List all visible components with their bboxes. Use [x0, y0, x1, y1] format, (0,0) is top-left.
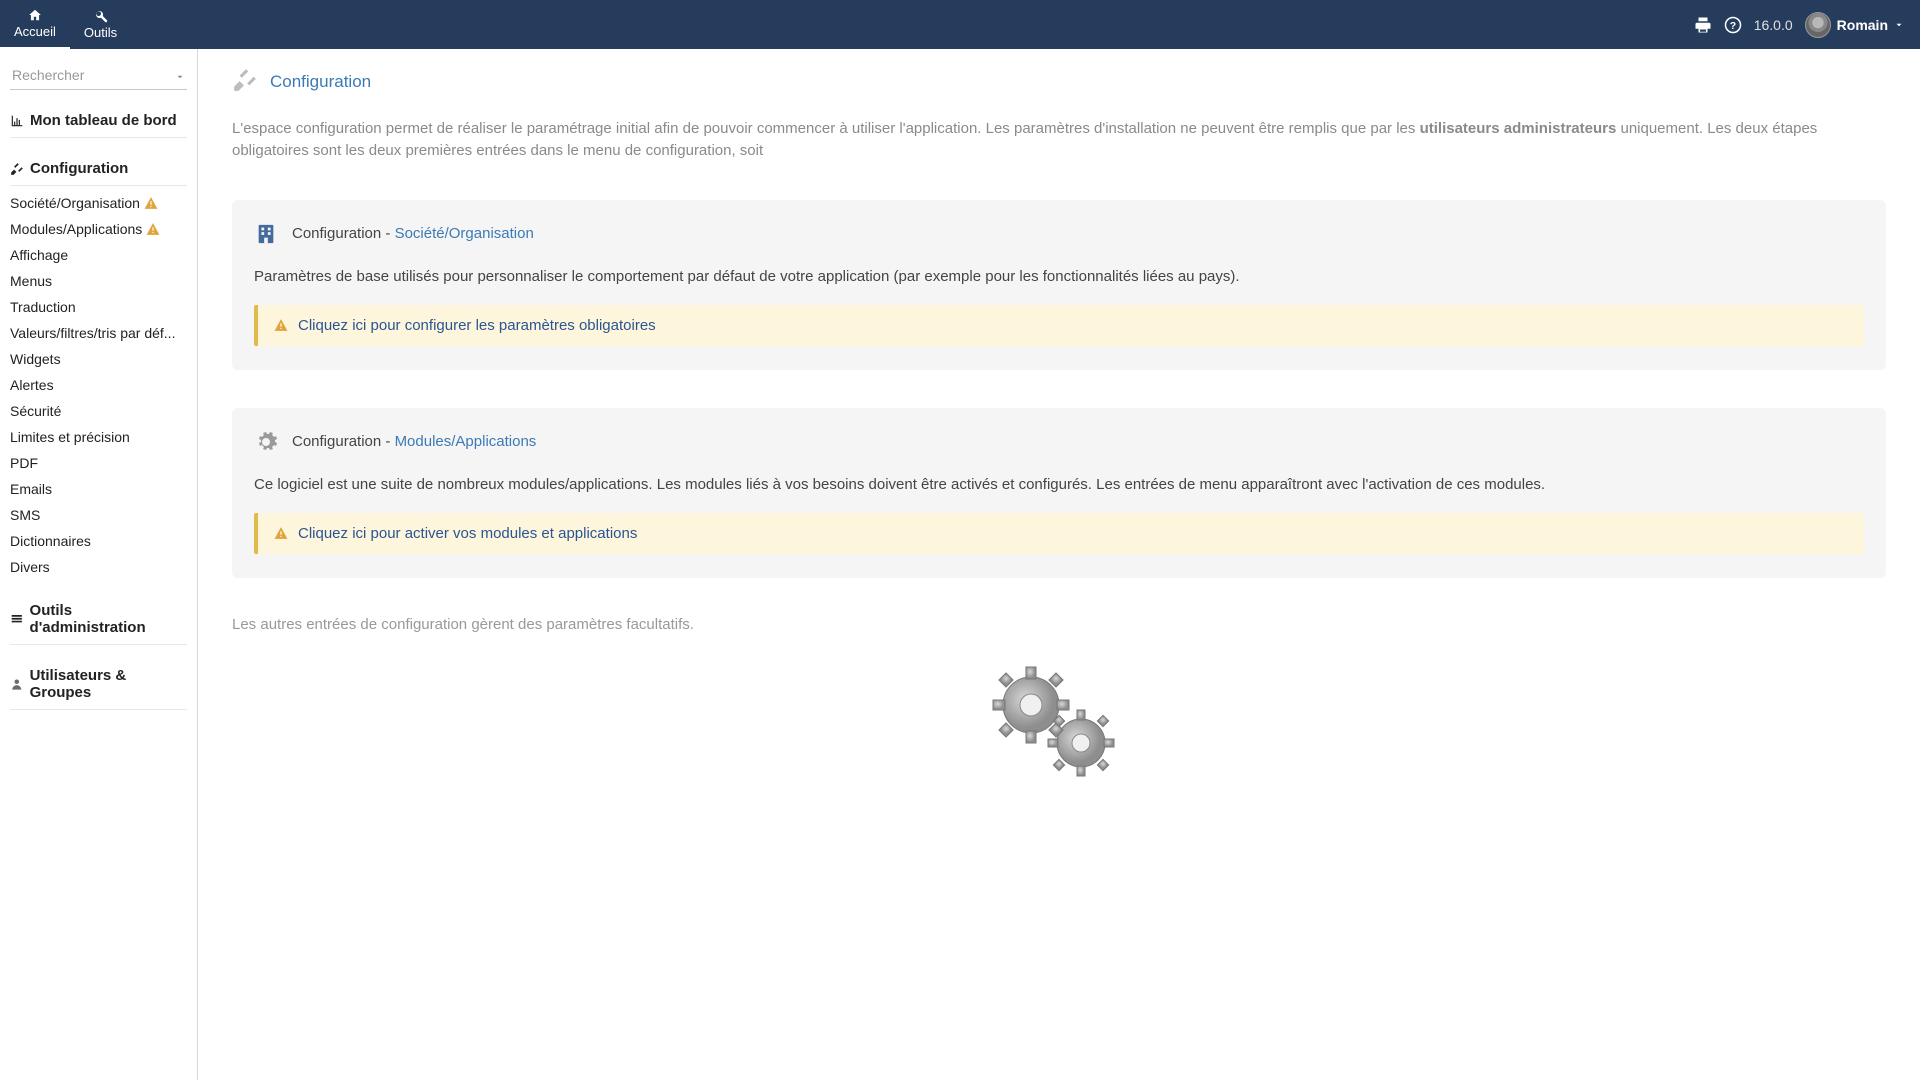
sidebar-dashboard[interactable]: Mon tableau de bord [10, 104, 187, 138]
building-icon [254, 222, 278, 246]
sidebar-config-item[interactable]: Société/Organisation [10, 190, 187, 216]
card-modules-header: Configuration - Modules/Applications [254, 430, 1864, 454]
nav-home[interactable]: Accueil [0, 0, 70, 49]
version-label: 16.0.0 [1754, 17, 1793, 33]
warning-icon [144, 196, 158, 210]
sidebar-config-item-label: Modules/Applications [10, 221, 142, 237]
sidebar-dashboard-label: Mon tableau de bord [30, 112, 177, 129]
caret-down-icon[interactable] [175, 69, 185, 85]
sidebar-config-item-label: Emails [10, 481, 52, 497]
sidebar-config-item[interactable]: Menus [10, 268, 187, 294]
help-icon[interactable]: ? [1724, 16, 1742, 34]
sidebar-config-item[interactable]: Affichage [10, 242, 187, 268]
avatar [1805, 12, 1831, 38]
user-icon [10, 677, 24, 691]
sidebar-config-item[interactable]: Modules/Applications [10, 216, 187, 242]
sidebar-config-item-label: Sécurité [10, 403, 61, 419]
sidebar-config-item[interactable]: PDF [10, 450, 187, 476]
bar-chart-icon [10, 114, 24, 128]
home-icon [27, 8, 43, 22]
outro-text: Les autres entrées de configuration gère… [232, 616, 1886, 633]
topbar-right: ? 16.0.0 Romain [1694, 0, 1920, 49]
sidebar-admin-tools-label: Outils d'administration [30, 602, 187, 636]
alert-configure-company[interactable]: Cliquez ici pour configurer les paramètr… [254, 305, 1864, 346]
sidebar-admin-tools[interactable]: Outils d'administration [10, 594, 187, 645]
nav-tools-label: Outils [84, 25, 117, 40]
sidebar-config-item-label: SMS [10, 507, 40, 523]
main-content: Configuration L'espace configuration per… [198, 49, 1920, 1080]
alert-modules-text: Cliquez ici pour activer vos modules et … [298, 525, 637, 542]
sidebar-users-groups[interactable]: Utilisateurs & Groupes [10, 659, 187, 710]
intro-text: L'espace configuration permet de réalise… [232, 118, 1886, 162]
search-field[interactable] [10, 61, 187, 90]
sidebar-config-item[interactable]: Alertes [10, 372, 187, 398]
user-menu[interactable]: Romain [1805, 12, 1904, 38]
sidebar-config-item-label: Widgets [10, 351, 61, 367]
sidebar-config-item-label: Divers [10, 559, 50, 575]
sidebar-config-item-label: Limites et précision [10, 429, 130, 445]
sidebar-config-list: Société/Organisation Modules/Applications… [10, 190, 187, 580]
sidebar-config-item[interactable]: Emails [10, 476, 187, 502]
nav-tools[interactable]: Outils [70, 0, 131, 49]
list-icon [10, 612, 24, 626]
tools-large-icon [232, 67, 258, 96]
gears-illustration [232, 653, 1886, 823]
card-modules-body: Ce logiciel est une suite de nombreux mo… [254, 474, 1864, 495]
svg-text:?: ? [1730, 19, 1736, 31]
sidebar-config-item[interactable]: SMS [10, 502, 187, 528]
sidebar-config-item[interactable]: Sécurité [10, 398, 187, 424]
warning-icon [274, 526, 288, 540]
tools-icon [10, 162, 24, 176]
sidebar-config-item[interactable]: Divers [10, 554, 187, 580]
sidebar-config-item[interactable]: Valeurs/filtres/tris par déf... [10, 320, 187, 346]
sidebar-config-item[interactable]: Widgets [10, 346, 187, 372]
sidebar-config-item-label: Dictionnaires [10, 533, 91, 549]
sidebar-config-item-label: Alertes [10, 377, 54, 393]
sidebar-config-item-label: Valeurs/filtres/tris par déf... [10, 325, 175, 341]
sidebar-config-item-label: Traduction [10, 299, 76, 315]
card-company: Configuration - Société/Organisation Par… [232, 200, 1886, 370]
page-title-text: Configuration [270, 72, 371, 92]
search-input[interactable] [10, 61, 187, 89]
user-name: Romain [1837, 17, 1888, 33]
warning-icon [146, 222, 160, 236]
sidebar-configuration[interactable]: Configuration [10, 152, 187, 186]
sidebar: Mon tableau de bord Configuration Sociét… [0, 49, 198, 1080]
nav-home-label: Accueil [14, 24, 56, 39]
warning-icon [274, 318, 288, 332]
sidebar-config-item-label: Affichage [10, 247, 68, 263]
gear-icon [254, 430, 278, 454]
topbar: Accueil Outils ? 16.0.0 Romain [0, 0, 1920, 49]
sidebar-config-item[interactable]: Traduction [10, 294, 187, 320]
topbar-left: Accueil Outils [0, 0, 131, 49]
sidebar-configuration-label: Configuration [30, 160, 128, 177]
card-company-title: Configuration - Société/Organisation [292, 225, 534, 242]
sidebar-users-groups-label: Utilisateurs & Groupes [30, 667, 187, 701]
wrench-icon [93, 9, 109, 23]
sidebar-config-item-label: Menus [10, 273, 52, 289]
alert-activate-modules[interactable]: Cliquez ici pour activer vos modules et … [254, 513, 1864, 554]
card-company-body: Paramètres de base utilisés pour personn… [254, 266, 1864, 287]
sidebar-config-item-label: Société/Organisation [10, 195, 140, 211]
sidebar-config-item-label: PDF [10, 455, 38, 471]
alert-company-text: Cliquez ici pour configurer les paramètr… [298, 317, 656, 334]
card-modules-title: Configuration - Modules/Applications [292, 433, 536, 450]
sidebar-config-item[interactable]: Limites et précision [10, 424, 187, 450]
page-title: Configuration [232, 67, 1886, 96]
print-icon[interactable] [1694, 16, 1712, 34]
chevron-down-icon [1894, 20, 1904, 30]
sidebar-config-item[interactable]: Dictionnaires [10, 528, 187, 554]
card-company-header: Configuration - Société/Organisation [254, 222, 1864, 246]
card-modules: Configuration - Modules/Applications Ce … [232, 408, 1886, 578]
